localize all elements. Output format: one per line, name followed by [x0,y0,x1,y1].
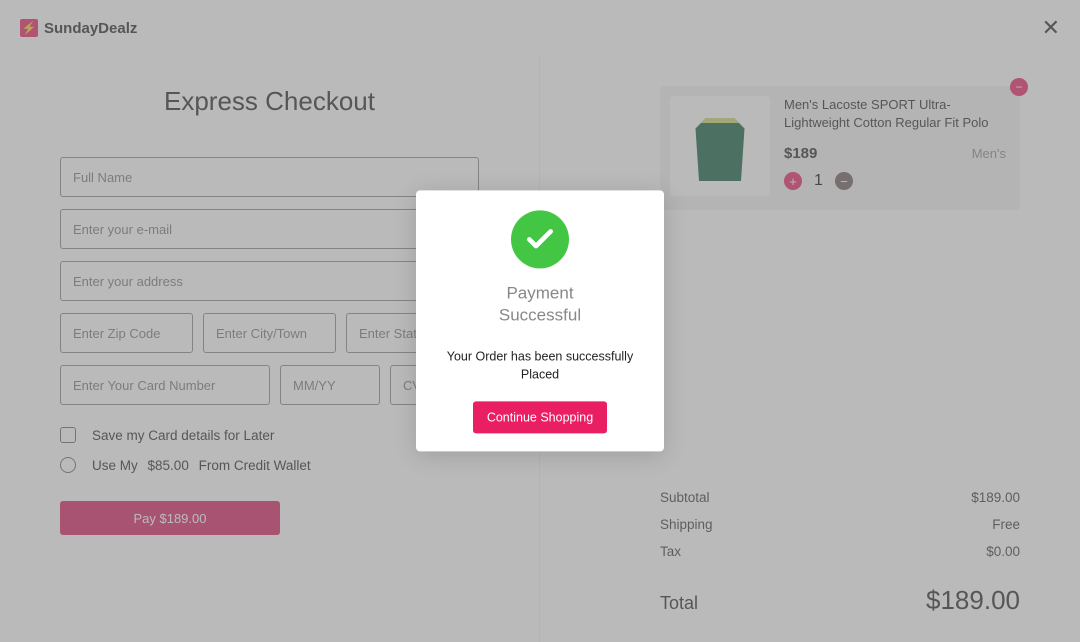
payment-success-modal: PaymentSuccessful Your Order has been su… [416,190,664,451]
modal-title: PaymentSuccessful [434,282,646,326]
modal-message: Your Order has been successfully Placed [434,349,646,384]
continue-shopping-button[interactable]: Continue Shopping [473,402,607,434]
success-check-icon [511,210,569,268]
